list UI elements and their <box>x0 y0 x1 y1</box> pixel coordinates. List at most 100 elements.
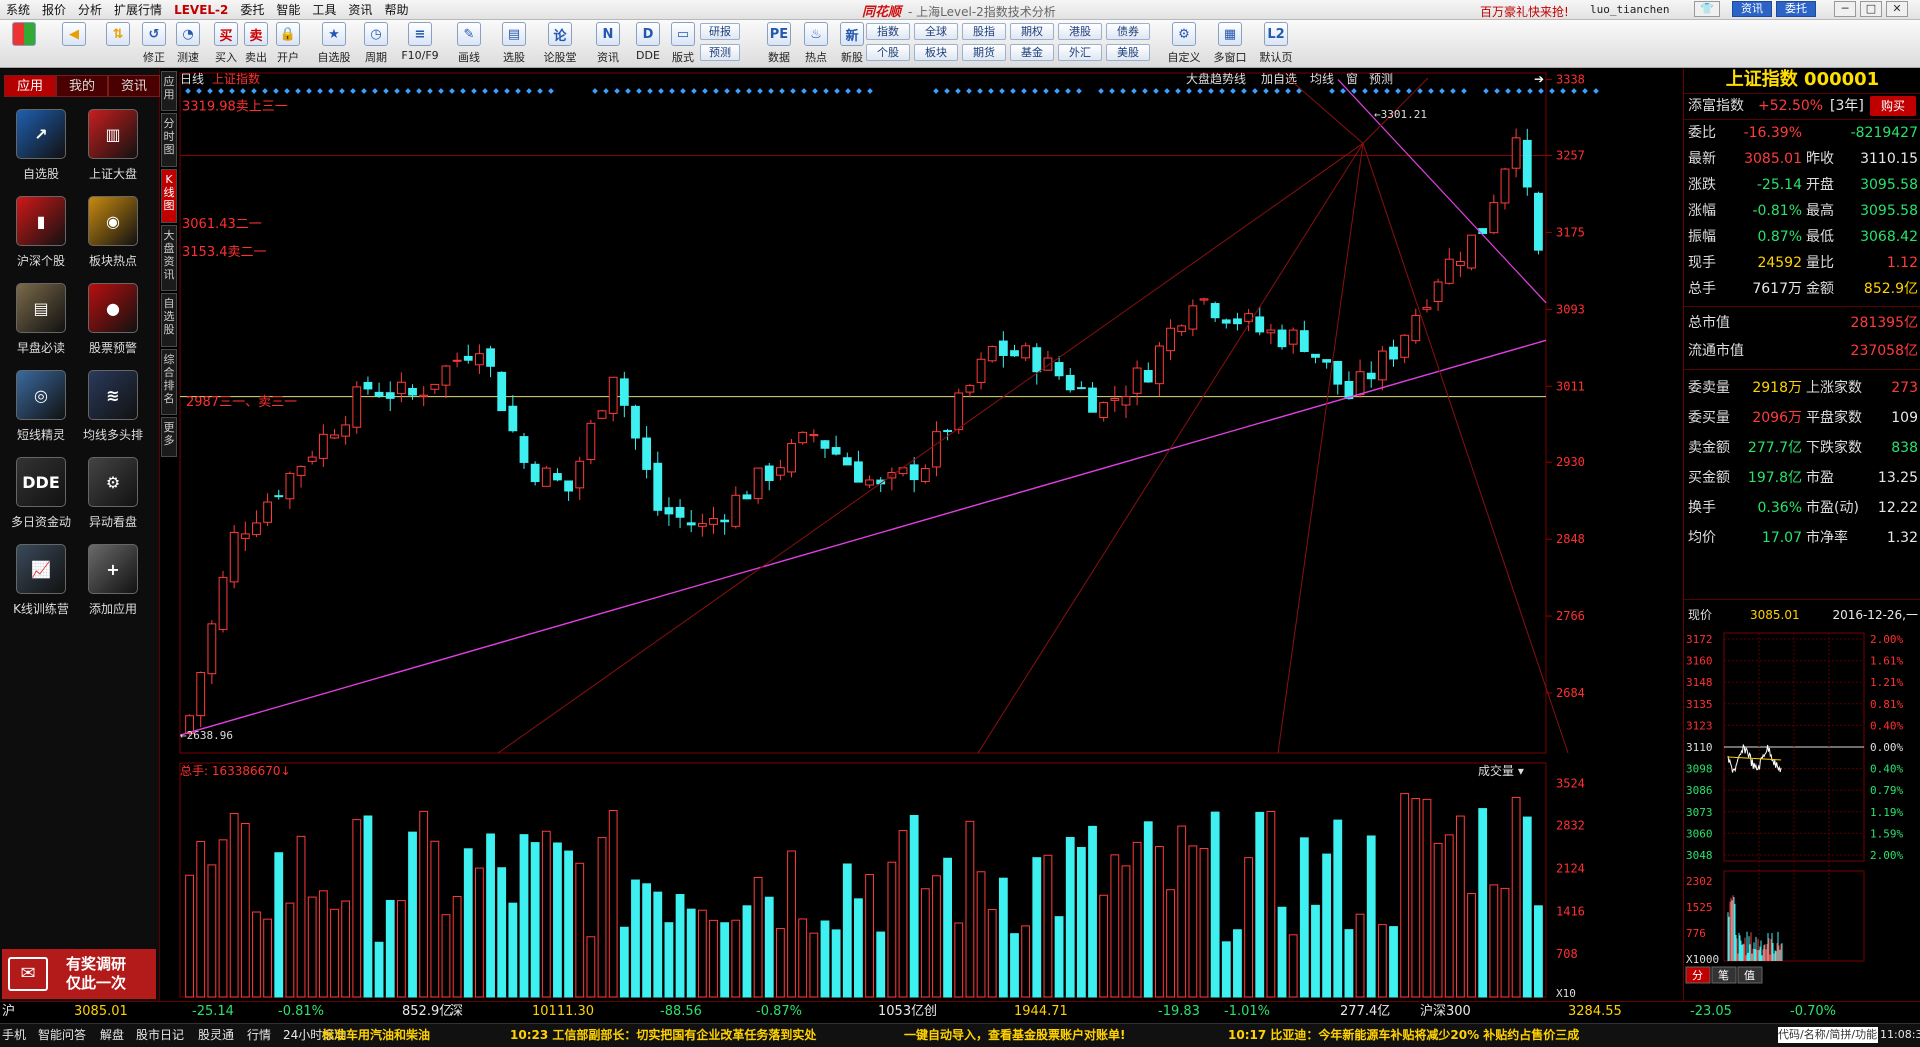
vtab-1[interactable]: 分时图 <box>161 113 177 167</box>
toolbar-open-button[interactable]: 🔒 开户 <box>274 22 302 66</box>
survey-banner[interactable]: ✉ 有奖调研 仅此一次 <box>2 949 156 999</box>
promo-link[interactable]: 百万豪礼快来抢! <box>1480 3 1569 20</box>
volume-chart[interactable]: 总手: 163386670↓ 成交量 ▾ 3524 2832 2124 1416 708 X1… <box>178 759 1632 1001</box>
news-nav-3[interactable]: 股市日记 <box>136 1024 184 1046</box>
menu-smart[interactable]: 智能 <box>270 0 306 20</box>
toolbar-custom-button[interactable]: ⚙ 自定义 <box>1168 22 1201 66</box>
minimize-icon[interactable]: ─ <box>1834 1 1856 17</box>
app-elf[interactable]: ◎ 短线精灵 <box>10 370 72 448</box>
layout-grid-button[interactable] <box>10 22 38 66</box>
toolbar-draw-button[interactable]: ✎ 画线 <box>455 22 483 66</box>
app-alarm[interactable]: ● 股票预警 <box>82 283 144 361</box>
menu-analysis[interactable]: 分析 <box>72 0 108 20</box>
status-item: -1.01% <box>1224 1004 1270 1019</box>
buy-fund-button[interactable]: 购买 <box>1870 96 1916 116</box>
menu-level2[interactable]: LEVEL-2 <box>168 0 234 20</box>
toolbar-layout-button[interactable]: ▭ 版式 <box>669 22 697 66</box>
quick-link-1[interactable]: 预测 <box>700 44 740 61</box>
vtab-5[interactable]: 综合排名 <box>161 349 177 415</box>
info-button[interactable]: 资讯 <box>1732 1 1772 17</box>
quick-link-4[interactable]: 股指 <box>962 23 1006 40</box>
toolbar-hot-button[interactable]: ♨ 热点 <box>802 22 830 66</box>
news-nav-1[interactable]: 智能问答 <box>38 1024 86 1046</box>
menu-trade[interactable]: 委托 <box>234 0 270 20</box>
menu-info[interactable]: 资讯 <box>342 0 378 20</box>
vtab-2[interactable]: K线图 <box>161 169 177 223</box>
app-plus[interactable]: + 添加应用 <box>82 544 144 622</box>
app-ma-lines[interactable]: ≋ 均线多头排 <box>82 370 144 448</box>
trade-button[interactable]: 委托 <box>1776 1 1816 17</box>
up-down-button[interactable]: ⇅ <box>104 22 132 66</box>
quick-link-3[interactable]: 全球 <box>914 23 958 40</box>
vtab-0[interactable]: 应用 <box>161 71 177 111</box>
candle-body <box>1489 202 1499 234</box>
news-headline[interactable]: 10:17 比亚迪：今年新能源车补贴将减少20% 补贴约占售价三成 <box>1228 1024 1579 1046</box>
tab-news[interactable]: 资讯 <box>108 75 160 97</box>
app-radar[interactable]: ◉ 板块热点 <box>82 196 144 274</box>
search-input[interactable]: 代码/名称/简拼/功能 <box>1778 1027 1878 1043</box>
tab-apps[interactable]: 应用 <box>4 75 56 97</box>
app-bar-chart[interactable]: ▮ 沪深个股 <box>10 196 72 274</box>
toolbar-sell-button[interactable]: 卖卖出 <box>242 22 270 66</box>
quick-link-11[interactable]: 基金 <box>1010 44 1054 61</box>
news-headline[interactable]: 标准车用汽油和柴油 <box>322 1024 430 1046</box>
candle-body <box>720 519 730 523</box>
quick-link-0[interactable]: 研报 <box>700 23 740 40</box>
app-dde[interactable]: DDE 多日资金动 <box>10 457 72 535</box>
quick-link-9[interactable]: 板块 <box>914 44 958 61</box>
news-nav-5[interactable]: 行情 <box>247 1024 271 1046</box>
quick-link-13[interactable]: 美股 <box>1106 44 1150 61</box>
app-monitor-chart[interactable]: ▥ 上证大盘 <box>82 109 144 187</box>
vtab-3[interactable]: 大盘资讯 <box>161 225 177 291</box>
toolbar-pick-button[interactable]: ▤ 选股 <box>500 22 528 66</box>
quick-link-6[interactable]: 港股 <box>1058 23 1102 40</box>
username[interactable]: luo_tianchen <box>1590 3 1669 16</box>
maximize-icon[interactable]: □ <box>1860 1 1882 17</box>
news-headline[interactable]: 一键自动导入，查看基金股票账户对账单! <box>904 1024 1125 1046</box>
toolbar-multiwin-button[interactable]: ▦ 多窗口 <box>1214 22 1247 66</box>
tab-mine[interactable]: 我的 <box>56 75 108 97</box>
app-label: K线训练营 <box>13 602 69 616</box>
cloth-icon[interactable]: 👕 <box>1694 1 1720 17</box>
news-nav-2[interactable]: 解盘 <box>100 1024 124 1046</box>
toolbar-newstock-button[interactable]: 新新股 <box>838 22 866 66</box>
close-icon[interactable]: ✕ <box>1886 1 1908 17</box>
menu-tools[interactable]: 工具 <box>306 0 342 20</box>
app-kline[interactable]: 📈 K线训练营 <box>10 544 72 622</box>
news-headline[interactable]: 10:23 工信部副部长：切实把国有企业改革任务落到实处 <box>510 1024 816 1046</box>
quick-link-2[interactable]: 指数 <box>866 23 910 40</box>
toolbar-default-button[interactable]: L2 默认页 <box>1260 22 1293 66</box>
kline-chart[interactable]: 日线 上证指数 大盘趋势线 加自选 均线窗预测 3338 3257 3175 3093 3011 2… <box>178 69 1632 759</box>
volume-bar <box>1534 905 1543 998</box>
toolbar-buy-button[interactable]: 买买入 <box>212 22 240 66</box>
quick-link-5[interactable]: 期权 <box>1010 23 1054 40</box>
toolbar-correct-button[interactable]: ↺ 修正 <box>140 22 168 66</box>
vtab-4[interactable]: 自选股 <box>161 293 177 347</box>
back-button[interactable]: ◀ <box>60 22 88 66</box>
app-chart-up[interactable]: ↗ 自选股 <box>10 109 72 187</box>
toolbar-period-button[interactable]: ◷ 周期 <box>362 22 390 66</box>
menu-help[interactable]: 帮助 <box>378 0 414 20</box>
toolbar-pick-label: 选股 <box>503 51 525 64</box>
toolbar-news-button[interactable]: N 资讯 <box>594 22 622 66</box>
toolbar-dde-button[interactable]: D DDE <box>634 22 662 66</box>
intraday-mini-chart[interactable]: 3172 2.00% 3160 1.61% 3148 1.21% 3135 0.81% 3123… <box>1684 629 1920 1001</box>
toolbar-f10-button[interactable]: ≡ F10/F9 <box>401 22 439 66</box>
menu-extended[interactable]: 扩展行情 <box>108 0 168 20</box>
vtab-6[interactable]: 更多 <box>161 417 177 457</box>
news-nav-4[interactable]: 股灵通 <box>198 1024 234 1046</box>
toolbar-test-button[interactable]: ◔ 测速 <box>174 22 202 66</box>
app-newspaper[interactable]: ▤ 早盘必读 <box>10 283 72 361</box>
toolbar-forum-button[interactable]: 论论股堂 <box>544 22 577 66</box>
menu-system[interactable]: 系统 <box>0 0 36 20</box>
stat-label-2: 市净率 <box>1806 530 1848 546</box>
quick-link-12[interactable]: 外汇 <box>1058 44 1102 61</box>
toolbar-data-button[interactable]: PE 数据 <box>765 22 793 66</box>
app-gear[interactable]: ⚙ 异动看盘 <box>82 457 144 535</box>
toolbar-watchlist-button[interactable]: ★ 自选股 <box>318 22 351 66</box>
menu-quote[interactable]: 报价 <box>36 0 72 20</box>
news-nav-0[interactable]: 手机 <box>2 1024 26 1046</box>
quick-link-10[interactable]: 期货 <box>962 44 1006 61</box>
quick-link-8[interactable]: 个股 <box>866 44 910 61</box>
quick-link-7[interactable]: 债券 <box>1106 23 1150 40</box>
